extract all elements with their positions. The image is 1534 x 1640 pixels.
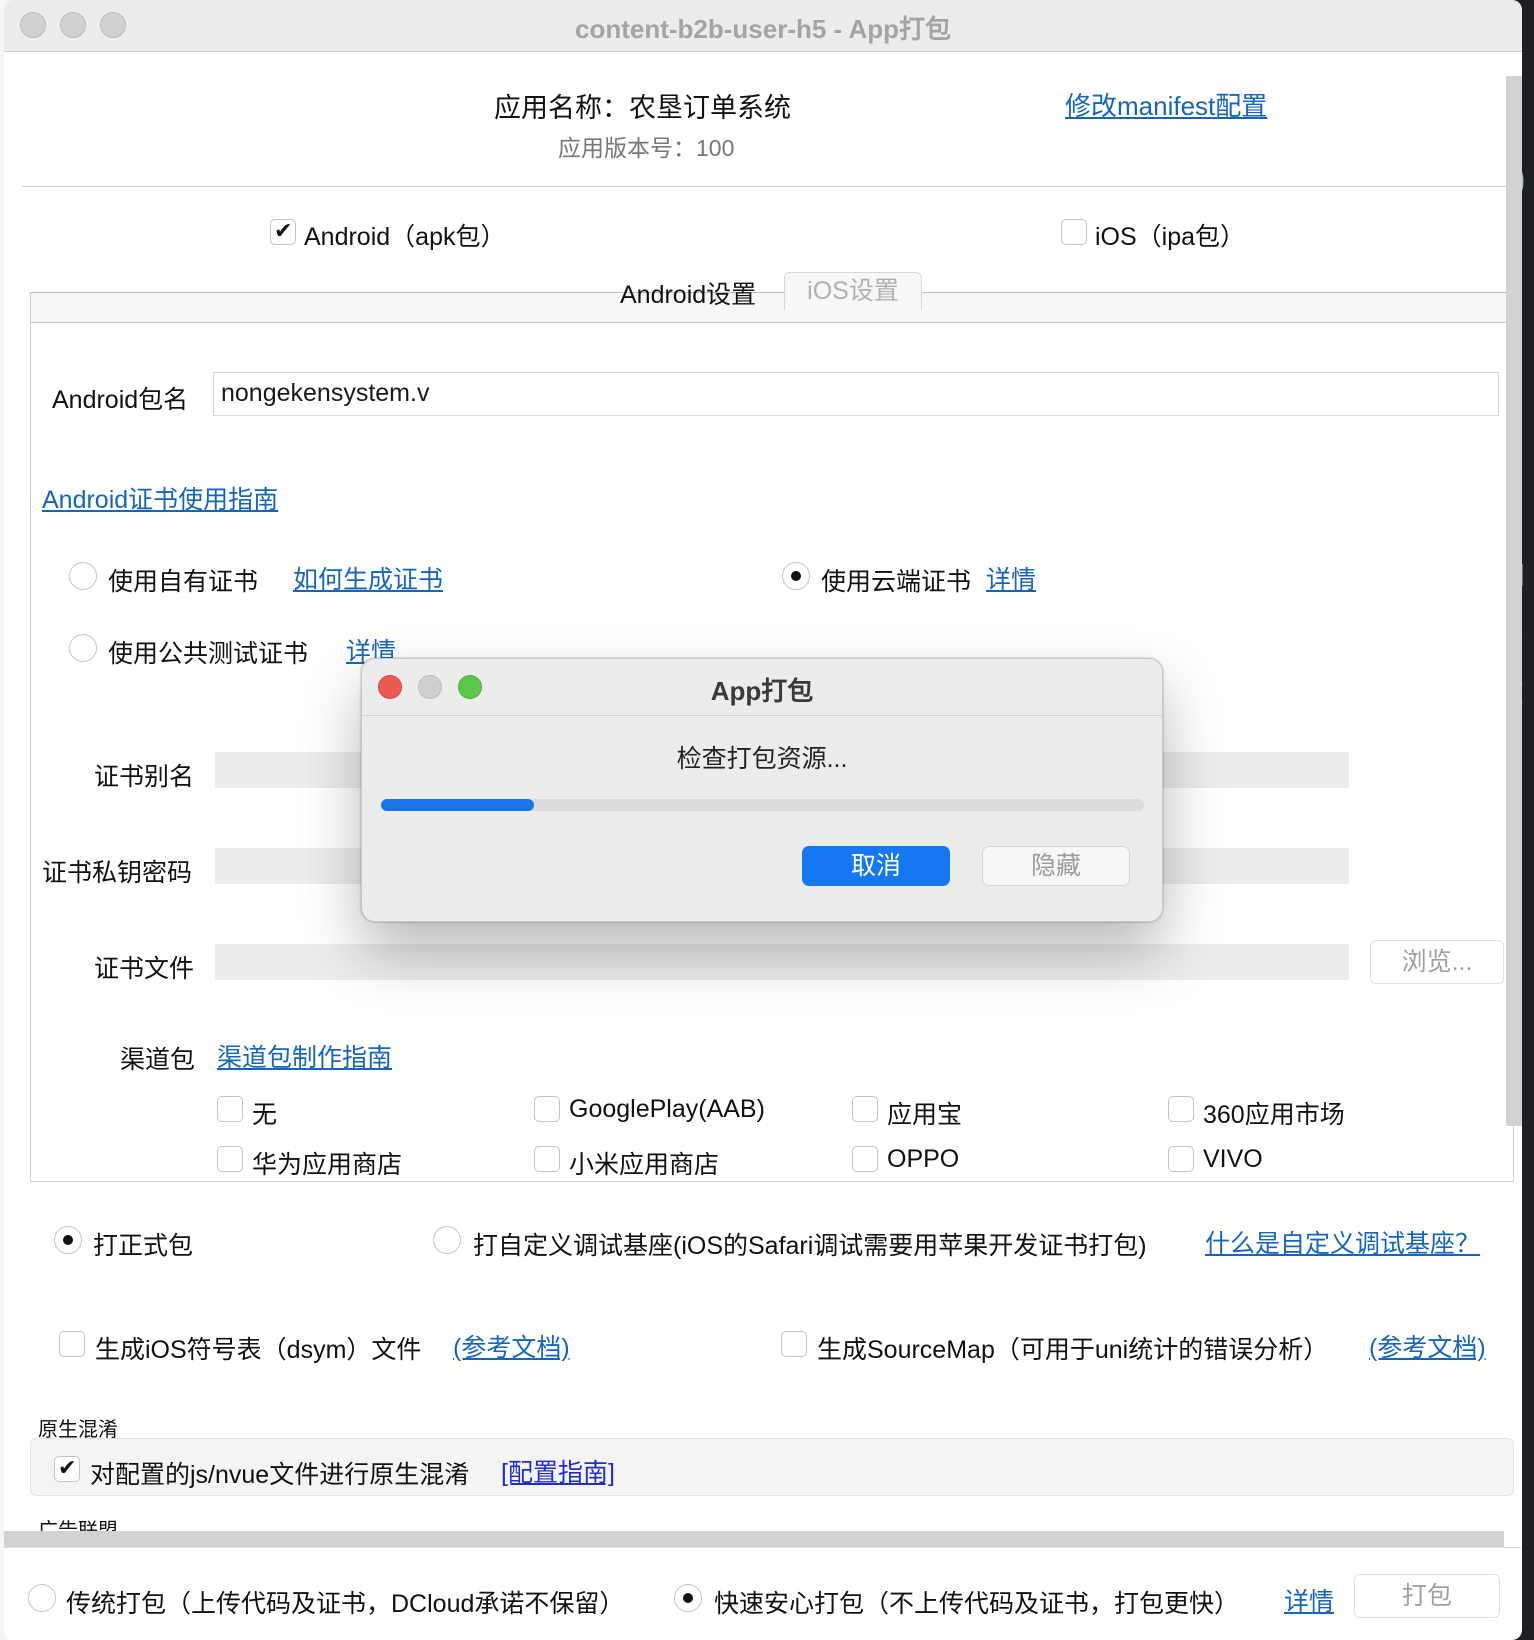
channel-checkbox-huawei[interactable] [217,1146,243,1172]
ios-platform-label: iOS（ipa包） [1095,223,1246,251]
pack-details-link[interactable]: 详情 [1284,1582,1334,1618]
horizontal-scrollbar[interactable] [4,1531,1504,1547]
cert-file-input[interactable] [215,944,1349,980]
build-button[interactable]: 打包 [1354,1574,1500,1618]
progress-dialog: App打包 检查打包资源... 取消 隐藏 [361,658,1163,922]
android-platform-label: Android（apk包） [304,223,506,251]
tab-ios-settings[interactable]: iOS设置 [784,272,922,310]
cloud-cert-label: 使用云端证书 [821,568,972,596]
channel-label-360: 360应用市场 [1203,1101,1345,1129]
app-name: 应用名称：农垦订单系统 [494,93,791,123]
channel-checkbox-360[interactable] [1168,1096,1194,1122]
how-generate-cert-link[interactable]: 如何生成证书 [293,560,443,596]
window-title: content-b2b-user-h5 - App打包 [574,14,952,44]
release-build-radio[interactable] [54,1226,82,1254]
package-name-label: Android包名 [52,386,189,414]
public-cert-label: 使用公共测试证书 [108,640,309,668]
header-divider [22,186,1522,187]
package-name-input[interactable]: nongekensystem.v [213,372,1499,416]
release-build-label: 打正式包 [93,1232,194,1260]
custom-base-label: 打自定义调试基座(iOS的Safari调试需要用苹果开发证书打包) [473,1232,1147,1260]
channel-guide-link[interactable]: 渠道包制作指南 [217,1038,392,1074]
channel-label-none: 无 [252,1101,278,1129]
channel-checkbox-none[interactable] [217,1096,243,1122]
sourcemap-docs-link[interactable]: (参考文档) [1369,1328,1486,1364]
channel-label-oppo: OPPO [887,1145,960,1173]
window-titlebar: content-b2b-user-h5 - App打包 [4,0,1522,52]
dialog-titlebar: App打包 [362,659,1162,716]
app-version: 应用版本号：100 [558,135,735,161]
cert-password-label: 证书私钥密码 [42,859,193,887]
sourcemap-label: 生成SourceMap（可用于uni统计的错误分析） [817,1336,1329,1364]
cert-file-label: 证书文件 [94,955,195,983]
tab-android-settings[interactable]: Android设置 [620,275,756,311]
android-platform-checkbox[interactable] [270,219,296,245]
channel-label-yingyongbao: 应用宝 [887,1101,963,1129]
channel-checkbox-xiaomi[interactable] [534,1146,560,1172]
dialog-message: 检查打包资源... [676,745,848,773]
edit-manifest-link[interactable]: 修改manifest配置 [1065,86,1267,123]
traditional-pack-label: 传统打包（上传代码及证书，DCloud承诺不保留） [66,1590,625,1618]
ios-platform-checkbox[interactable] [1061,219,1087,245]
footer-divider [4,1547,1522,1548]
traditional-pack-radio[interactable] [28,1584,56,1612]
own-cert-radio[interactable] [69,562,97,590]
channel-checkbox-googleplay[interactable] [534,1096,560,1122]
hide-button[interactable]: 隐藏 [982,846,1130,886]
channel-label-huawei: 华为应用商店 [252,1151,403,1179]
channel-checkbox-yingyongbao[interactable] [852,1096,878,1122]
cert-alias-label: 证书别名 [94,763,195,791]
obfuscation-label: 对配置的js/nvue文件进行原生混淆 [90,1461,470,1489]
obfuscation-checkbox[interactable] [54,1456,80,1482]
android-cert-guide-link[interactable]: Android证书使用指南 [42,480,278,516]
progress-bar [381,799,1144,811]
cloud-cert-details-link[interactable]: 详情 [986,560,1036,596]
channel-checkbox-oppo[interactable] [852,1146,878,1172]
channel-label: 渠道包 [120,1046,196,1074]
dsym-docs-link[interactable]: (参考文档) [453,1328,570,1364]
cancel-button[interactable]: 取消 [802,846,950,886]
public-cert-radio[interactable] [69,634,97,662]
sourcemap-checkbox[interactable] [781,1331,807,1357]
obfuscation-guide-link[interactable]: [配置指南] [501,1453,615,1489]
channel-label-vivo: VIVO [1203,1145,1263,1173]
dsym-label: 生成iOS符号表（dsym）文件 [95,1336,422,1364]
channel-checkbox-vivo[interactable] [1168,1146,1194,1172]
tab-strip [31,293,1513,323]
fast-pack-label: 快速安心打包（不上传代码及证书，打包更快） [714,1590,1240,1618]
channel-label-googleplay: GooglePlay(AAB) [569,1095,765,1123]
settings-scrollbar[interactable] [1506,76,1522,1126]
own-cert-label: 使用自有证书 [108,568,259,596]
browse-button[interactable]: 浏览... [1370,940,1504,984]
progress-fill [381,799,534,811]
custom-base-help-link[interactable]: 什么是自定义调试基座？ [1205,1224,1480,1260]
fast-pack-radio[interactable] [674,1584,702,1612]
dialog-title: App打包 [710,676,814,706]
dsym-checkbox[interactable] [59,1331,85,1357]
channel-label-xiaomi: 小米应用商店 [569,1151,720,1179]
custom-base-radio[interactable] [433,1226,461,1254]
cloud-cert-radio[interactable] [782,562,810,590]
